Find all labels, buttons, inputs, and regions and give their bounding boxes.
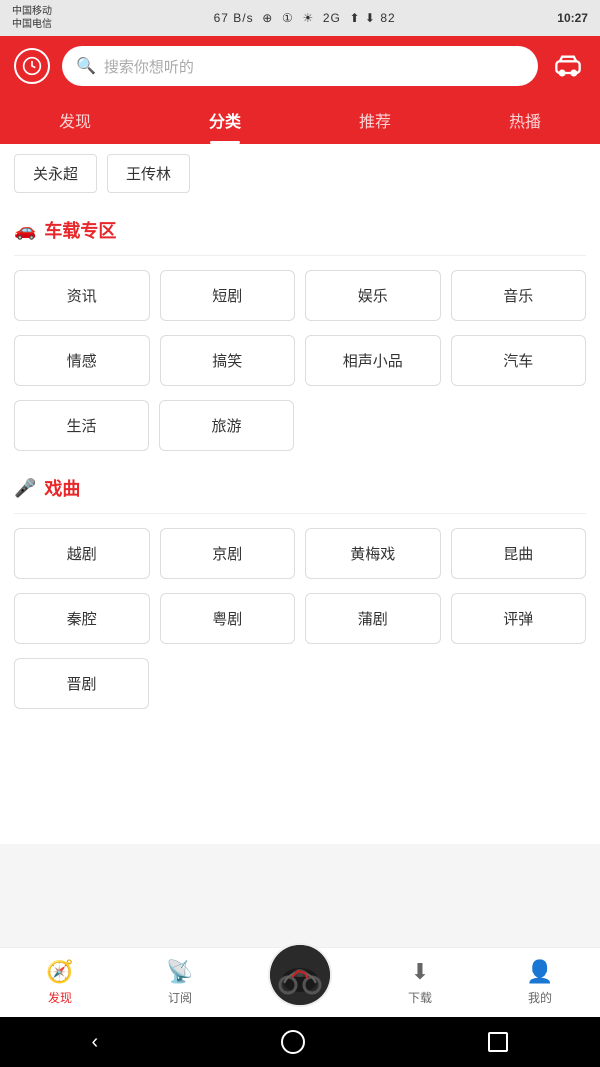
car-grid-row3: 生活 旅游 bbox=[14, 400, 586, 451]
android-back-button[interactable]: ‹ bbox=[92, 1031, 99, 1054]
nav-discover[interactable]: 🧭 发现 bbox=[0, 951, 120, 1014]
header: 🔍 搜索你想听的 bbox=[0, 36, 600, 96]
nav-mine[interactable]: 👤 我的 bbox=[480, 951, 600, 1014]
search-placeholder: 搜索你想听的 bbox=[104, 56, 194, 77]
main-content: 关永超 王传林 🚗 车载专区 资讯 短剧 娱乐 音乐 情感 搞笑 相声小品 汽车… bbox=[0, 144, 600, 844]
cat-entertainment[interactable]: 娱乐 bbox=[305, 270, 441, 321]
section-car-header: 🚗 车载专区 bbox=[14, 203, 586, 256]
time-display: 10:27 bbox=[557, 11, 588, 25]
section-opera: 🎤 戏曲 越剧 京剧 黄梅戏 昆曲 秦腔 粤剧 蒲剧 评弹 晋剧 bbox=[0, 461, 600, 719]
mine-icon: 👤 bbox=[526, 959, 553, 985]
car-grid-row2: 情感 搞笑 相声小品 汽车 bbox=[14, 335, 586, 386]
cat-qinqiang[interactable]: 秦腔 bbox=[14, 593, 150, 644]
opera-grid-row3: 晋剧 bbox=[14, 658, 586, 709]
cat-travel[interactable]: 旅游 bbox=[159, 400, 294, 451]
android-recents-button[interactable] bbox=[488, 1032, 508, 1052]
cat-news[interactable]: 资讯 bbox=[14, 270, 150, 321]
signal-info: 67 B/s ⊕ ① ☀ 2G ⬆ ⬇ 82 bbox=[214, 11, 396, 25]
search-bar[interactable]: 🔍 搜索你想听的 bbox=[62, 46, 538, 86]
cat-jingju[interactable]: 京剧 bbox=[160, 528, 296, 579]
discover-icon: 🧭 bbox=[46, 959, 73, 985]
cat-music[interactable]: 音乐 bbox=[451, 270, 587, 321]
tab-hot[interactable]: 热播 bbox=[450, 96, 600, 144]
clock-icon[interactable] bbox=[14, 48, 50, 84]
subscribe-icon: 📡 bbox=[166, 959, 193, 985]
nav-download[interactable]: ⬇ 下载 bbox=[360, 951, 480, 1014]
tab-recommend[interactable]: 推荐 bbox=[300, 96, 450, 144]
cat-kunqu[interactable]: 昆曲 bbox=[451, 528, 587, 579]
cat-yueju2[interactable]: 粤剧 bbox=[160, 593, 296, 644]
bottom-nav: 🧭 发现 📡 订阅 bbox=[0, 947, 600, 1017]
nav-subscribe-label: 订阅 bbox=[168, 989, 192, 1006]
cat-pingtan[interactable]: 评弹 bbox=[451, 593, 587, 644]
nav-discover-label: 发现 bbox=[48, 989, 72, 1006]
android-nav-bar: ‹ bbox=[0, 1017, 600, 1067]
now-playing-button[interactable] bbox=[268, 943, 332, 1007]
search-icon: 🔍 bbox=[76, 56, 96, 76]
opera-section-title: 戏曲 bbox=[44, 475, 80, 501]
nav-download-label: 下载 bbox=[408, 989, 432, 1006]
nav-subscribe[interactable]: 📡 订阅 bbox=[120, 951, 240, 1014]
cat-crosstalk[interactable]: 相声小品 bbox=[305, 335, 441, 386]
opera-grid-row1: 越剧 京剧 黄梅戏 昆曲 bbox=[14, 528, 586, 579]
section-opera-header: 🎤 戏曲 bbox=[14, 461, 586, 514]
nav-tabs: 发现 分类 推荐 热播 bbox=[0, 96, 600, 144]
cat-drama[interactable]: 短剧 bbox=[160, 270, 296, 321]
cat-car[interactable]: 汽车 bbox=[451, 335, 587, 386]
android-home-button[interactable] bbox=[281, 1030, 305, 1054]
opera-section-icon: 🎤 bbox=[14, 478, 36, 499]
tag-wangchuanlin[interactable]: 王传林 bbox=[107, 154, 190, 193]
car-grid-row1: 资讯 短剧 娱乐 音乐 bbox=[14, 270, 586, 321]
cat-life[interactable]: 生活 bbox=[14, 400, 149, 451]
cat-jinju[interactable]: 晋剧 bbox=[14, 658, 149, 709]
nav-mine-label: 我的 bbox=[528, 989, 552, 1006]
now-playing-thumbnail bbox=[270, 945, 330, 1005]
cat-emotion[interactable]: 情感 bbox=[14, 335, 150, 386]
tab-discover[interactable]: 发现 bbox=[0, 96, 150, 144]
download-icon: ⬇ bbox=[411, 959, 429, 985]
car-mode-button[interactable] bbox=[550, 48, 586, 84]
partial-tag-row: 关永超 王传林 bbox=[0, 144, 600, 203]
carrier-info: 中国移动 中国电信 bbox=[12, 5, 52, 31]
section-car: 🚗 车载专区 资讯 短剧 娱乐 音乐 情感 搞笑 相声小品 汽车 生活 旅游 bbox=[0, 203, 600, 461]
cat-puju[interactable]: 蒲剧 bbox=[305, 593, 441, 644]
tag-guanyongchao[interactable]: 关永超 bbox=[14, 154, 97, 193]
cat-huangmei[interactable]: 黄梅戏 bbox=[305, 528, 441, 579]
car-section-icon: 🚗 bbox=[14, 220, 36, 241]
car-section-title: 车载专区 bbox=[44, 217, 116, 243]
cat-funny[interactable]: 搞笑 bbox=[160, 335, 296, 386]
status-bar: 中国移动 中国电信 67 B/s ⊕ ① ☀ 2G ⬆ ⬇ 82 10:27 bbox=[0, 0, 600, 36]
opera-grid-row2: 秦腔 粤剧 蒲剧 评弹 bbox=[14, 593, 586, 644]
tab-category[interactable]: 分类 bbox=[150, 96, 300, 144]
cat-yueju[interactable]: 越剧 bbox=[14, 528, 150, 579]
